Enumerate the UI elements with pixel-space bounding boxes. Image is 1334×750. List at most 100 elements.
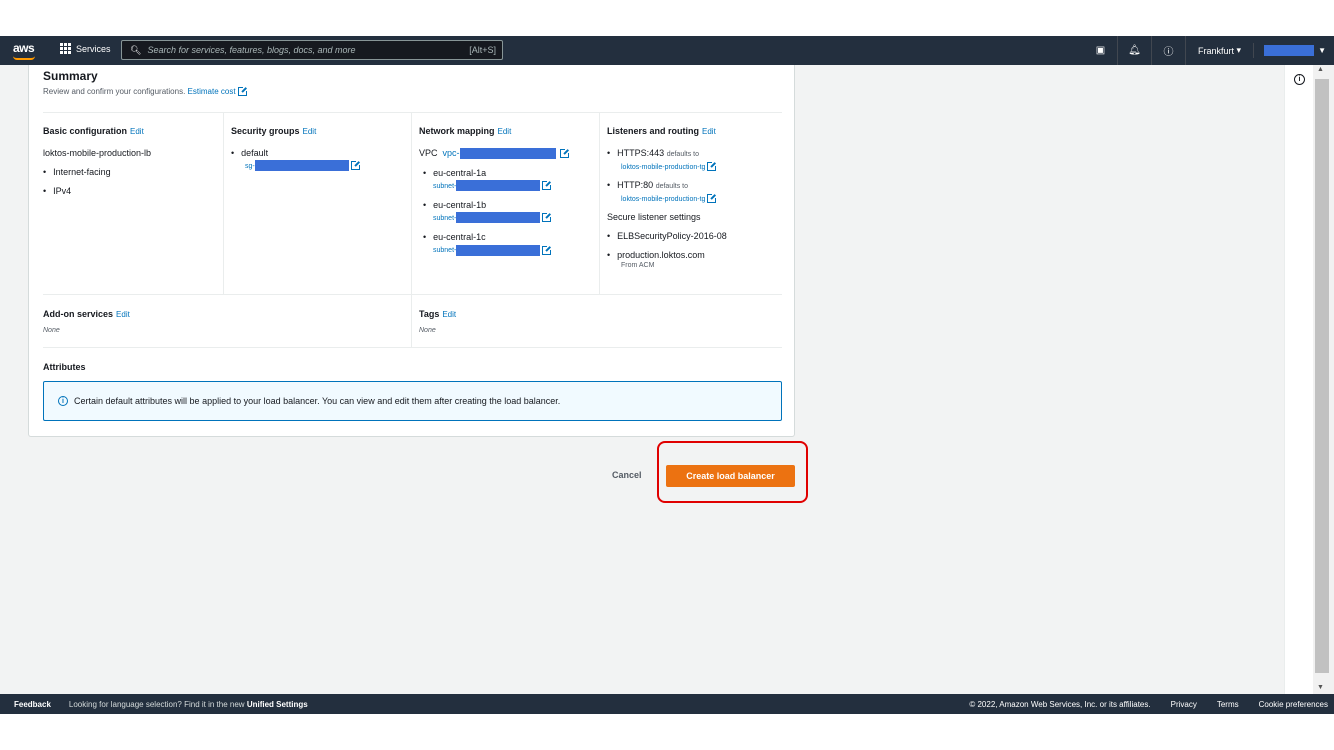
listeners-edit-link[interactable]: Edit <box>702 127 716 136</box>
info-icon[interactable]: i <box>1294 74 1305 85</box>
basic-configuration-section: Basic configuration Edit loktos-mobile-pr… <box>43 126 218 205</box>
create-load-balancer-button[interactable]: Create load balancer <box>666 465 795 487</box>
aws-logo[interactable]: aws <box>13 41 35 60</box>
footer: Feedback Looking for language selection?… <box>0 694 1334 714</box>
attributes-info-alert: i Certain default attributes will be app… <box>43 381 782 421</box>
services-label: Services <box>76 43 111 54</box>
addon-services-section: Add-on services Edit None <box>43 309 130 334</box>
summary-subtitle: Review and confirm your configurations. … <box>43 86 248 97</box>
secure-listener-title: Secure listener settings <box>607 212 701 223</box>
cloudshell-icon[interactable]: ▣ <box>1084 36 1119 65</box>
listener-https-label: HTTPS:443 <box>617 148 665 158</box>
services-menu-button[interactable]: Services <box>60 43 111 54</box>
zone-1a: eu-central-1a <box>423 168 594 178</box>
network-mapping-section: Network mappingEdit VPC vpc- eu-central-… <box>419 126 594 265</box>
external-link-icon <box>542 180 553 191</box>
vpc-prefix: vpc- <box>442 148 460 158</box>
feedback-link[interactable]: Feedback <box>14 700 51 709</box>
subnet-1c[interactable]: subnet- <box>419 244 594 256</box>
aws-logo-text: aws <box>13 41 35 55</box>
language-notice-text: Looking for language selection? Find it … <box>68 699 245 709</box>
zone-1c: eu-central-1c <box>423 232 594 242</box>
addon-services-edit-link[interactable]: Edit <box>116 310 130 319</box>
security-groups-section: Security groupsEdit default sg- <box>231 126 406 180</box>
defaults-to-text: defaults to <box>666 151 700 158</box>
lb-name: loktos-mobile-production-lb <box>43 148 152 158</box>
zone-1b: eu-central-1b <box>423 200 594 210</box>
search-icon: 🔍︎ <box>130 44 142 55</box>
language-notice: Looking for language selection? Find it … <box>69 700 308 709</box>
cookie-preferences-link[interactable]: Cookie preferences <box>1259 700 1328 709</box>
external-link-icon <box>707 193 718 204</box>
security-group-name: default <box>231 148 406 158</box>
external-link-icon <box>350 160 361 171</box>
search-placeholder: Search for services, features, blogs, do… <box>147 45 356 55</box>
vpc-label: VPC <box>419 148 438 158</box>
network-mapping-title: Network mapping <box>419 126 495 136</box>
target-group-link[interactable]: loktos-mobile-production-tg <box>621 164 705 171</box>
info-icon: i <box>58 396 68 406</box>
privacy-link[interactable]: Privacy <box>1171 700 1197 709</box>
scheme-value: Internet-facing <box>43 167 218 177</box>
terms-link[interactable]: Terms <box>1217 700 1239 709</box>
ip-type-value: IPv4 <box>43 186 218 196</box>
help-icon[interactable]: ⓘ <box>1152 36 1187 65</box>
basic-config-title: Basic configuration <box>43 126 128 136</box>
external-link-icon <box>707 161 718 172</box>
security-group-id[interactable]: sg- <box>231 160 406 172</box>
info-panel-rail: i <box>1284 65 1313 694</box>
target-group-link[interactable]: loktos-mobile-production-tg <box>621 196 705 203</box>
listeners-title: Listeners and routing <box>607 126 700 136</box>
scrollbar[interactable]: ▲ ▼ <box>1313 65 1334 694</box>
main-content: Summary Review and confirm your configur… <box>0 65 1284 694</box>
vpc-row[interactable]: VPC vpc- <box>419 148 594 160</box>
attributes-info-text: Certain default attributes will be appli… <box>74 396 561 406</box>
external-link-icon <box>237 86 248 97</box>
subnet-prefix: subnet- <box>433 215 457 223</box>
subnet-1a[interactable]: subnet- <box>419 180 594 192</box>
addon-services-value: None <box>43 327 60 334</box>
defaults-to-text: defaults to <box>655 183 688 191</box>
tags-section: Tags Edit None <box>419 309 456 334</box>
tags-edit-link[interactable]: Edit <box>442 310 456 319</box>
addon-services-title: Add-on services <box>43 309 114 319</box>
sg-prefix: sg- <box>245 163 255 170</box>
listener-http-label: HTTP:80 <box>617 180 654 191</box>
network-mapping-edit-link[interactable]: Edit <box>498 127 512 136</box>
external-link-icon <box>542 212 553 223</box>
estimate-cost-link[interactable]: Estimate cost <box>188 87 236 96</box>
summary-subtitle-text: Review and confirm your configurations. <box>43 87 186 96</box>
subnet-1b[interactable]: subnet- <box>419 212 594 224</box>
basic-config-edit-link[interactable]: Edit <box>130 127 144 136</box>
grid-icon <box>60 43 71 54</box>
certificate-name: production.loktos.com <box>607 250 787 260</box>
tags-title: Tags <box>419 309 440 319</box>
external-link-icon <box>542 244 553 255</box>
listeners-section: Listeners and routingEdit HTTPS:443 defa… <box>607 126 787 269</box>
attributes-title: Attributes <box>43 362 86 372</box>
unified-settings-link[interactable]: Unified Settings <box>247 700 308 709</box>
subnet-prefix: subnet- <box>433 183 457 191</box>
search-input[interactable]: 🔍︎ Search for services, features, blogs,… <box>121 40 503 60</box>
account-caret-icon[interactable]: ▼ <box>1318 46 1326 55</box>
external-link-icon <box>560 148 571 159</box>
top-navigation: aws Services 🔍︎ Search for services, fea… <box>0 36 1334 65</box>
listener-http: HTTP:80 defaults to <box>607 180 787 190</box>
region-label: Frankfurt <box>1198 45 1235 56</box>
bell-icon[interactable]: 🔔︎ <box>1118 36 1153 65</box>
scroll-up-icon[interactable]: ▲ <box>1317 66 1324 73</box>
security-groups-edit-link[interactable]: Edit <box>303 127 317 136</box>
summary-title: Summary <box>43 69 98 83</box>
security-policy: ELBSecurityPolicy-2016-08 <box>607 231 787 241</box>
region-selector[interactable]: Frankfurt ▾ <box>1186 43 1255 58</box>
copyright-text: © 2022, Amazon Web Services, Inc. or its… <box>969 699 1151 709</box>
subnet-prefix: subnet- <box>433 247 457 255</box>
account-menu[interactable] <box>1264 45 1315 56</box>
search-shortcut: [Alt+S] <box>469 45 496 55</box>
summary-panel: Summary Review and confirm your configur… <box>28 65 795 437</box>
tags-value: None <box>419 327 436 334</box>
scroll-down-icon[interactable]: ▼ <box>1317 684 1324 691</box>
security-groups-title: Security groups <box>231 126 300 136</box>
scrollbar-thumb[interactable] <box>1315 79 1329 673</box>
cancel-button[interactable]: Cancel <box>612 470 642 480</box>
